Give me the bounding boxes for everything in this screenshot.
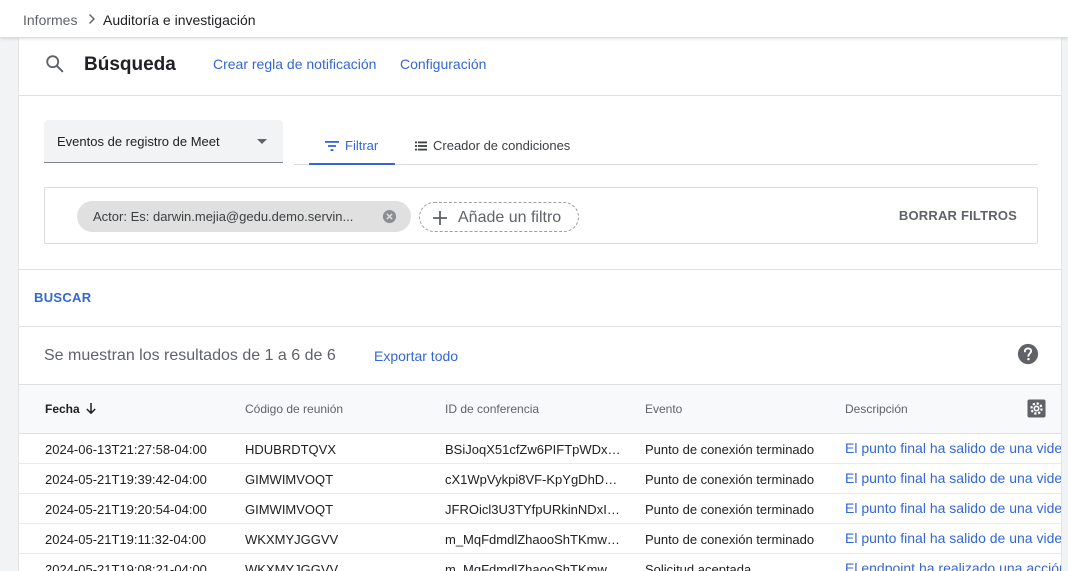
export-all-link[interactable]: Exportar todo (374, 348, 458, 364)
cell-conference-id: cX1WpVykpi8VF-KpYgDhDxIRDhQ (445, 472, 623, 487)
cell-description-link[interactable]: El punto final ha salido de una videocon… (845, 531, 1061, 546)
audit-panel: Búsqueda Crear regla de notificación Con… (18, 38, 1062, 571)
cell-conference-id: m_MqFdmdlZhaooShTKmwDxIRDhQ (445, 532, 623, 547)
chevron-right-icon (89, 14, 95, 24)
table-body: 2024-06-13T21:27:58-04:00 HDUBRDTQVX BSi… (19, 434, 1061, 571)
breadcrumb-informes[interactable]: Informes (23, 12, 77, 28)
divider (19, 326, 1061, 327)
close-circle-icon[interactable] (382, 209, 397, 224)
cell-description-link[interactable]: El punto final ha salido de una videocon… (845, 441, 1061, 456)
list-icon (415, 141, 427, 151)
table-row[interactable]: 2024-05-21T19:20:54-04:00 GIMWIMVOQT JFR… (19, 494, 1061, 524)
column-header-description[interactable]: Descripción (845, 402, 908, 416)
event-source-select[interactable]: Eventos de registro de Meet (44, 120, 283, 163)
breadcrumb-current: Auditoría e investigación (103, 12, 256, 28)
cell-date: 2024-05-21T19:11:32-04:00 (45, 532, 206, 547)
cell-description-link[interactable]: El punto final ha salido de una videocon… (845, 501, 1061, 516)
divider (19, 269, 1061, 270)
search-icon (46, 55, 64, 73)
results-summary: Se muestran los resultados de 1 a 6 de 6 (44, 347, 336, 364)
table-row[interactable]: 2024-05-21T19:39:42-04:00 GIMWIMVOQT cX1… (19, 464, 1061, 494)
cell-meeting-code: HDUBRDTQVX (245, 442, 337, 457)
column-header-meeting-code[interactable]: Código de reunión (245, 402, 343, 416)
tab-filter-label: Filtrar (345, 138, 379, 153)
cell-meeting-code: WKXMYJGGVV (245, 532, 339, 547)
search-button[interactable]: BUSCAR (34, 290, 91, 306)
tab-filter[interactable]: Filtrar (309, 132, 395, 165)
cell-event: Punto de conexión terminado (645, 532, 815, 547)
filter-chip-label: Actor: Es: darwin.mejia@gedu.demo.servin… (93, 209, 354, 224)
dropdown-arrow-icon (257, 139, 267, 144)
filter-icon (325, 141, 339, 151)
column-header-date[interactable]: Fecha (45, 402, 80, 416)
cell-date: 2024-05-21T19:20:54-04:00 (45, 502, 207, 517)
cell-conference-id: BSiJoqX51cfZw6PIFTpWDxIRDhQ (445, 442, 623, 457)
cell-date: 2024-06-13T21:27:58-04:00 (45, 442, 207, 457)
help-icon[interactable] (1017, 343, 1039, 365)
filter-box: Actor: Es: darwin.mejia@gedu.demo.servin… (44, 187, 1038, 244)
event-source-value: Eventos de registro de Meet (57, 134, 220, 149)
column-header-conference-id[interactable]: ID de conferencia (445, 402, 539, 416)
cell-event: Punto de conexión terminado (645, 442, 815, 457)
clear-filters-button[interactable]: BORRAR FILTROS (899, 208, 1017, 224)
tab-condition-builder-label: Creador de condiciones (433, 138, 571, 153)
divider (19, 95, 1061, 96)
tabs-divider (294, 164, 1038, 165)
add-filter-button[interactable]: Añade un filtro (419, 202, 579, 232)
cell-meeting-code: GIMWIMVOQT (245, 502, 334, 517)
cell-conference-id: JFROicl3U3TYfpURkinNDxIRDhQ (445, 502, 623, 517)
table-row[interactable]: 2024-06-13T21:27:58-04:00 HDUBRDTQVX BSi… (19, 434, 1061, 464)
cell-event: Punto de conexión terminado (645, 502, 815, 517)
top-bar: Informes Auditoría e investigación (0, 0, 1068, 38)
cell-conference-id: m_MqFdmdlZhaooShTKmwDxIRDhQ (445, 562, 623, 571)
cell-meeting-code: GIMWIMVOQT (245, 472, 334, 487)
plus-icon (433, 211, 447, 225)
cell-date: 2024-05-21T19:39:42-04:00 (45, 472, 207, 487)
configuration-link[interactable]: Configuración (400, 55, 486, 73)
cell-event: Solicitud aceptada (645, 562, 752, 571)
arrow-down-icon[interactable] (85, 402, 97, 415)
filter-chip-actor[interactable]: Actor: Es: darwin.mejia@gedu.demo.servin… (77, 201, 411, 232)
table-row[interactable]: 2024-05-21T19:08:21-04:00 WKXMYJGGVV m_M… (19, 554, 1061, 571)
cell-description-link[interactable]: El punto final ha salido de una videocon… (845, 471, 1061, 486)
add-filter-label: Añade un filtro (458, 209, 562, 226)
cell-event: Punto de conexión terminado (645, 472, 815, 487)
table-header: Fecha Código de reunión ID de conferenci… (19, 384, 1061, 434)
page-title: Búsqueda (84, 54, 176, 75)
cell-description-link[interactable]: El endpoint ha realizado una acción (845, 561, 1061, 571)
cell-date: 2024-05-21T19:08:21-04:00 (45, 562, 207, 571)
tab-condition-builder[interactable]: Creador de condiciones (411, 132, 581, 165)
table-row[interactable]: 2024-05-21T19:11:32-04:00 WKXMYJGGVV m_M… (19, 524, 1061, 554)
create-notification-rule-link[interactable]: Crear regla de notificación (213, 55, 376, 73)
column-header-event[interactable]: Evento (645, 402, 682, 416)
cell-meeting-code: WKXMYJGGVV (245, 562, 339, 571)
gear-icon[interactable] (1027, 399, 1046, 418)
